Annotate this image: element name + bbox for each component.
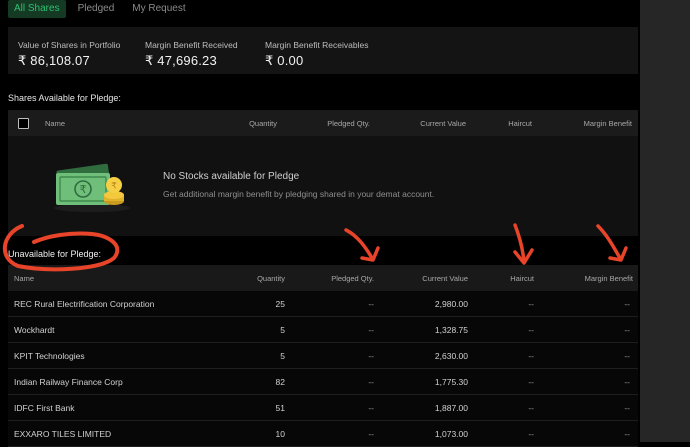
col-haircut: Haircut xyxy=(508,119,532,128)
portfolio-label: Value of Shares in Portfolio xyxy=(18,40,121,50)
unavailable-section-title: Unavailable for Pledge: xyxy=(8,249,102,259)
cell-margin-benefit: -- xyxy=(624,351,630,361)
col-pledged-qty: Pledged Qty. xyxy=(327,119,370,128)
table-row[interactable]: IDFC First Bank 51 -- 1,887.00 -- -- xyxy=(8,395,638,421)
cell-haircut: -- xyxy=(528,351,534,361)
table-row[interactable]: Indian Railway Finance Corp 82 -- 1,775.… xyxy=(8,369,638,395)
cell-haircut: -- xyxy=(528,429,534,439)
receivable-label: Margin Benefit Receivables xyxy=(265,40,369,50)
cell-haircut: -- xyxy=(528,377,534,387)
portfolio-metric: Value of Shares in Portfolio ₹ 86,108.07 xyxy=(18,40,120,69)
window-edge xyxy=(640,0,690,442)
cell-quantity: 10 xyxy=(275,429,285,439)
empty-state-subtitle: Get additional margin benefit by pledgin… xyxy=(163,189,435,199)
table-row[interactable]: Wockhardt 5 -- 1,328.75 -- -- xyxy=(8,317,638,343)
summary-panel: Value of Shares in Portfolio ₹ 86,108.07… xyxy=(8,27,638,74)
col-quantity: Quantity xyxy=(249,119,277,128)
tab-my-request[interactable]: My Request xyxy=(126,0,191,18)
col-quantity: Quantity xyxy=(257,274,285,283)
cell-pledged-qty: -- xyxy=(368,403,374,413)
col-haircut: Haircut xyxy=(510,274,534,283)
receivable-metric: Margin Benefit Receivables ₹ 0.00 xyxy=(265,40,368,69)
unavailable-table-body: REC Rural Electrification Corporation 25… xyxy=(8,291,638,447)
table-row[interactable]: EXXARO TILES LIMITED 10 -- 1,073.00 -- -… xyxy=(8,421,638,447)
available-section-title: Shares Available for Pledge: xyxy=(8,93,121,103)
cell-quantity: 5 xyxy=(280,325,285,335)
cell-pledged-qty: -- xyxy=(368,429,374,439)
cell-current-value: 2,980.00 xyxy=(434,299,468,309)
col-current-value: Current Value xyxy=(422,274,468,283)
receivable-value: ₹ 0.00 xyxy=(265,53,304,68)
cell-margin-benefit: -- xyxy=(624,377,630,387)
tab-bar: All Shares Pledged My Request xyxy=(8,0,192,18)
table-row[interactable]: REC Rural Electrification Corporation 25… xyxy=(8,291,638,317)
portfolio-value: ₹ 86,108.07 xyxy=(18,53,90,68)
cell-current-value: 1,887.00 xyxy=(434,403,468,413)
empty-state-title: No Stocks available for Pledge xyxy=(163,171,300,182)
cell-quantity: 5 xyxy=(280,351,285,361)
col-name: Name xyxy=(14,274,35,283)
cell-current-value: 1,775.30 xyxy=(434,377,468,387)
col-name: Name xyxy=(45,119,66,128)
cell-haircut: -- xyxy=(528,403,534,413)
empty-state: ₹ ₹ No Stocks available for Pledge Get a… xyxy=(8,136,638,236)
col-pledged-qty: Pledged Qty. xyxy=(331,274,374,283)
cell-pledged-qty: -- xyxy=(368,299,374,309)
cell-quantity: 51 xyxy=(275,403,285,413)
col-current-value: Current Value xyxy=(420,119,466,128)
cell-margin-benefit: -- xyxy=(624,403,630,413)
tab-pledged[interactable]: Pledged xyxy=(72,0,121,18)
cell-margin-benefit: -- xyxy=(624,429,630,439)
received-label: Margin Benefit Received xyxy=(145,40,238,50)
col-margin-benefit: Margin Benefit xyxy=(584,274,633,283)
svg-text:₹: ₹ xyxy=(80,183,87,196)
cell-pledged-qty: -- xyxy=(368,351,374,361)
cell-pledged-qty: -- xyxy=(368,377,374,387)
cell-name: IDFC First Bank xyxy=(14,403,75,413)
cell-haircut: -- xyxy=(528,325,534,335)
received-value: ₹ 47,696.23 xyxy=(145,53,217,68)
cell-margin-benefit: -- xyxy=(624,299,630,309)
select-all-checkbox[interactable] xyxy=(18,118,29,129)
cell-quantity: 25 xyxy=(275,299,285,309)
cell-quantity: 82 xyxy=(275,377,285,387)
tab-all-shares[interactable]: All Shares xyxy=(8,0,66,18)
cell-name: Indian Railway Finance Corp xyxy=(14,377,123,387)
col-margin-benefit: Margin Benefit xyxy=(583,119,632,128)
cell-margin-benefit: -- xyxy=(624,325,630,335)
cell-haircut: -- xyxy=(528,299,534,309)
unavailable-table-header: Name Quantity Pledged Qty. Current Value… xyxy=(8,265,638,291)
svg-text:₹: ₹ xyxy=(111,182,117,192)
cell-name: KPIT Technologies xyxy=(14,351,85,361)
received-metric: Margin Benefit Received ₹ 47,696.23 xyxy=(145,40,238,69)
available-table-header: Name Quantity Pledged Qty. Current Value… xyxy=(8,110,638,136)
cell-current-value: 1,073.00 xyxy=(434,429,468,439)
cell-current-value: 2,630.00 xyxy=(434,351,468,361)
cell-name: Wockhardt xyxy=(14,325,55,335)
table-row[interactable]: KPIT Technologies 5 -- 2,630.00 -- -- xyxy=(8,343,638,369)
cell-current-value: 1,328.75 xyxy=(434,325,468,335)
money-coins-illustration-icon: ₹ ₹ xyxy=(54,163,130,212)
cell-name: REC Rural Electrification Corporation xyxy=(14,299,155,309)
cell-name: EXXARO TILES LIMITED xyxy=(14,429,112,439)
cell-pledged-qty: -- xyxy=(368,325,374,335)
